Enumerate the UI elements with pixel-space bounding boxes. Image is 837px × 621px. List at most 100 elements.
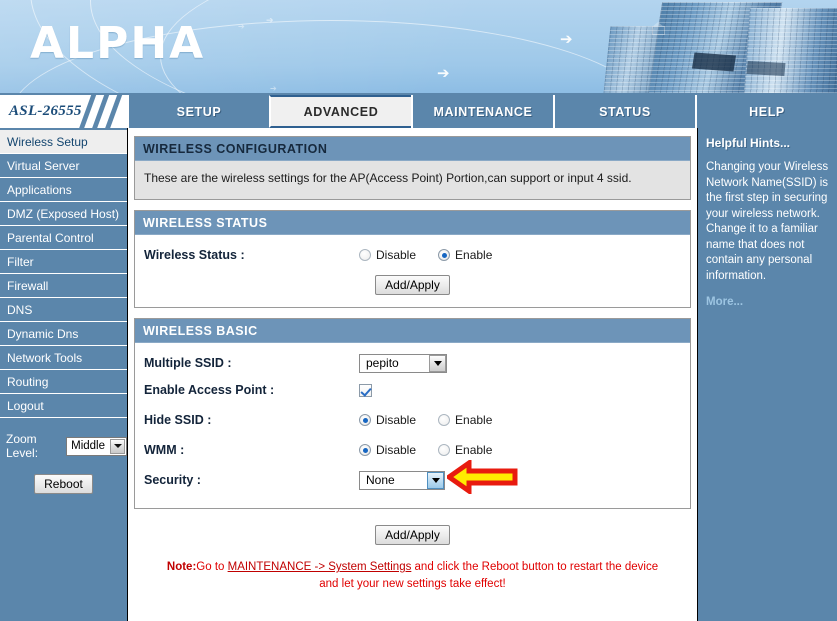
wireless-basic-body: Multiple SSID : pepito Enable Access Poi… xyxy=(135,343,690,508)
helpful-hints-more-link[interactable]: More... xyxy=(706,296,829,308)
wireless-status-enable-option[interactable]: Enable xyxy=(438,248,492,262)
chevron-down-icon xyxy=(110,438,125,454)
sidebar-item-dmz[interactable]: DMZ (Exposed Host) xyxy=(0,202,127,226)
footer-apply-button[interactable]: Add/Apply xyxy=(375,525,450,545)
radio-icon xyxy=(359,414,371,426)
hide-ssid-label: Hide SSID : xyxy=(144,413,212,427)
hide-ssid-radios: Disable Enable xyxy=(359,413,514,427)
wireless-configuration-title: WIRELESS CONFIGURATION xyxy=(135,137,690,161)
zoom-level-value: Middle xyxy=(71,440,105,452)
wireless-status-apply-button[interactable]: Add/Apply xyxy=(375,275,450,295)
wmm-disable-label: Disable xyxy=(376,443,417,457)
wireless-status-disable-option[interactable]: Disable xyxy=(359,248,416,262)
zoom-level-row: Zoom Level: Middle xyxy=(0,432,127,460)
radio-icon xyxy=(438,444,451,456)
wireless-basic-panel: WIRELESS BASIC Multiple SSID : pepito En… xyxy=(134,318,691,509)
security-dropdown[interactable]: None xyxy=(359,470,445,490)
sidebar-item-dynamic-dns[interactable]: Dynamic Dns xyxy=(0,322,127,346)
sidebar-item-routing[interactable]: Routing xyxy=(0,370,127,394)
wireless-status-panel: WIRELESS STATUS Wireless Status : Disabl… xyxy=(134,210,691,308)
zoom-level-label: Zoom Level: xyxy=(6,432,39,460)
skyscraper-image xyxy=(597,0,837,93)
sidebar-item-dns[interactable]: DNS xyxy=(0,298,127,322)
sidebar-item-wireless-setup[interactable]: Wireless Setup xyxy=(0,130,127,154)
tab-advanced[interactable]: ADVANCED xyxy=(269,95,411,128)
zoom-level-select[interactable]: Middle xyxy=(66,436,127,456)
wireless-configuration-panel: WIRELESS CONFIGURATION These are the wir… xyxy=(134,136,691,200)
wireless-status-radios: Disable Enable xyxy=(359,248,514,262)
helpful-hints-title: Helpful Hints... xyxy=(706,136,790,150)
hide-ssid-row: Hide SSID : Disable Enable xyxy=(144,409,681,431)
building-right xyxy=(744,8,837,93)
sidebar-item-applications[interactable]: Applications xyxy=(0,178,127,202)
hide-ssid-disable-option[interactable]: Disable xyxy=(359,413,416,427)
helpful-hints-panel: Helpful Hints... Changing your Wireless … xyxy=(698,128,837,621)
brand-logo: ALPHA xyxy=(30,18,206,69)
wireless-status-apply-row: Add/Apply xyxy=(144,275,681,295)
sidebar-item-virtual-server[interactable]: Virtual Server xyxy=(0,154,127,178)
wmm-disable-option[interactable]: Disable xyxy=(359,443,416,457)
multiple-ssid-value: pepito xyxy=(366,356,399,370)
sidebar-item-parental-control[interactable]: Parental Control xyxy=(0,226,127,250)
tab-setup[interactable]: SETUP xyxy=(127,95,269,128)
chevron-down-icon xyxy=(429,354,446,372)
wireless-status-enable-label: Enable xyxy=(455,248,493,262)
wireless-configuration-description: These are the wireless settings for the … xyxy=(135,161,690,199)
tab-maintenance[interactable]: MAINTENANCE xyxy=(411,95,553,128)
wireless-status-disable-label: Disable xyxy=(376,248,417,262)
security-label: Security : xyxy=(144,473,201,487)
arrow-glyph-icon: ➔ xyxy=(238,22,245,31)
arrow-glyph-icon: ➔ xyxy=(266,15,274,25)
wireless-status-body: Wireless Status : Disable Enable Add/App xyxy=(135,235,690,307)
wireless-basic-title: WIRELESS BASIC xyxy=(135,319,690,343)
model-badge: ASL-26555 xyxy=(0,95,127,128)
wmm-label: WMM : xyxy=(144,443,185,457)
arrow-glyph-icon: ➔ xyxy=(560,31,573,48)
multiple-ssid-dropdown[interactable]: pepito xyxy=(359,353,447,373)
page-body: Wireless Setup Virtual Server Applicatio… xyxy=(0,128,837,621)
building-window-band xyxy=(746,61,786,76)
security-field: None xyxy=(359,470,445,490)
multiple-ssid-field: pepito xyxy=(359,353,447,373)
hide-ssid-disable-label: Disable xyxy=(376,413,417,427)
wmm-radios: Disable Enable xyxy=(359,443,514,457)
reboot-row: Reboot xyxy=(0,474,127,494)
maintenance-system-settings-link[interactable]: MAINTENANCE -> System Settings xyxy=(228,561,412,573)
main-content: WIRELESS CONFIGURATION These are the wir… xyxy=(127,128,698,621)
footer-note-prefix: Note: xyxy=(166,561,197,573)
tab-status[interactable]: STATUS xyxy=(553,95,695,128)
hide-ssid-enable-option[interactable]: Enable xyxy=(438,413,492,427)
multiple-ssid-label: Multiple SSID : xyxy=(144,356,232,370)
footer-note: Note:Go to MAINTENANCE -> System Setting… xyxy=(134,559,691,592)
enable-access-point-label: Enable Access Point : xyxy=(144,383,275,397)
header-banner: ALPHA ➔ ➔ ➔ ➔ ➔ xyxy=(0,0,837,95)
sidebar-item-network-tools[interactable]: Network Tools xyxy=(0,346,127,370)
security-value: None xyxy=(366,473,395,487)
wmm-enable-option[interactable]: Enable xyxy=(438,443,492,457)
reboot-button[interactable]: Reboot xyxy=(34,474,93,494)
enable-access-point-checkbox[interactable] xyxy=(359,383,372,397)
model-name: ASL-26555 xyxy=(9,103,82,119)
building-window-band xyxy=(691,52,737,72)
sidebar-item-logout[interactable]: Logout xyxy=(0,394,127,418)
tab-help[interactable]: HELP xyxy=(695,95,837,128)
arrow-glyph-icon: ➔ xyxy=(270,84,277,93)
sidebar-item-filter[interactable]: Filter xyxy=(0,250,127,274)
wireless-status-row: Wireless Status : Disable Enable xyxy=(144,244,681,266)
chevron-down-icon xyxy=(427,471,444,489)
hide-ssid-enable-label: Enable xyxy=(455,413,493,427)
wmm-row: WMM : Disable Enable xyxy=(144,439,681,461)
footer-apply-row: Add/Apply xyxy=(134,525,691,545)
radio-icon xyxy=(359,444,371,456)
wireless-status-title: WIRELESS STATUS xyxy=(135,211,690,235)
enable-access-point-row: Enable Access Point : xyxy=(144,379,681,401)
enable-access-point-field xyxy=(359,383,372,397)
helpful-hints-body: Changing your Wireless Network Name(SSID… xyxy=(706,161,829,282)
house-glyph-icon xyxy=(652,22,666,35)
sidebar-nav: Wireless Setup Virtual Server Applicatio… xyxy=(0,128,127,621)
main-nav-tabs: ASL-26555 SETUP ADVANCED MAINTENANCE STA… xyxy=(0,95,837,128)
radio-icon xyxy=(359,249,371,261)
badge-slashes-icon xyxy=(77,95,124,128)
wireless-status-label: Wireless Status : xyxy=(144,248,245,262)
sidebar-item-firewall[interactable]: Firewall xyxy=(0,274,127,298)
